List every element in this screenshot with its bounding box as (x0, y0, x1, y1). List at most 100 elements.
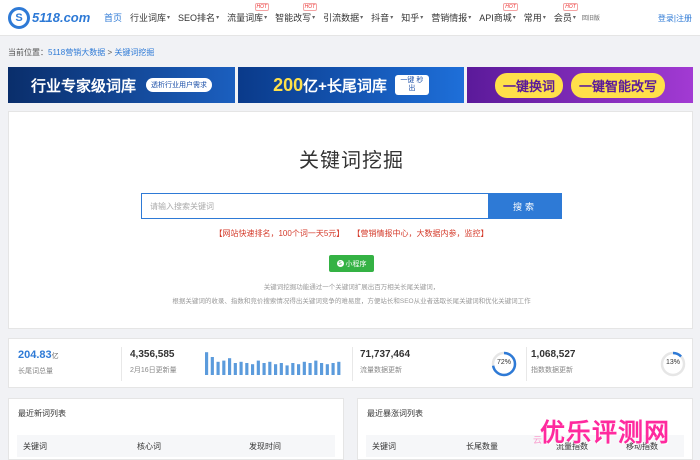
stat-traffic-label: 流量数据更新 (360, 367, 402, 374)
bar (216, 361, 220, 375)
bar (222, 360, 226, 375)
banner1-subtitle: 透析行业用户需求 (146, 78, 212, 92)
col-longtail-count: 长尾数量 (466, 441, 498, 451)
nav-item[interactable]: 知乎 ▾ (397, 0, 427, 36)
stat-traffic-value: 71,737,464 (360, 349, 411, 360)
nav-item[interactable]: 营销情报 ▾ (427, 0, 475, 36)
bar (308, 363, 312, 375)
nav-item-label: 知乎 (401, 13, 420, 23)
bar (233, 363, 237, 375)
bar (205, 352, 209, 375)
bar (228, 358, 232, 375)
bar (320, 363, 324, 375)
chevron-down-icon: ▾ (420, 15, 424, 21)
nav-item[interactable]: 会员 ▾ HOT (550, 0, 580, 36)
hot-badge: HOT (254, 2, 270, 11)
mini-program-label: 小程序 (345, 260, 367, 268)
stat-total-unit: 亿 (51, 353, 59, 360)
nav-item-label: 引流数据 (323, 13, 360, 23)
nav-item[interactable]: 抖音 ▾ (367, 0, 397, 36)
logo-icon: S (8, 6, 30, 29)
banner-rewrite[interactable]: 一键换词 一键智能改写 (467, 67, 693, 103)
bar (262, 363, 266, 375)
stat-total-label: 长尾词总量 (18, 368, 53, 375)
promo-intel-center-link[interactable]: 【营销情报中心，大数据内参，监控】 (353, 229, 489, 238)
chevron-down-icon: ▾ (542, 15, 546, 21)
chevron-down-icon: ▾ (360, 15, 364, 21)
nav-item-label: 会员 (553, 13, 572, 23)
nav-item-label: 首页 (104, 13, 123, 23)
stat-divider (121, 347, 122, 381)
new-keywords-panel: 最近新词列表 关键词 核心词 发现时间 (8, 398, 344, 460)
chevron-down-icon: ▾ (216, 15, 220, 21)
banner2-number: 200 (273, 74, 304, 95)
breadcrumb-current[interactable]: 关键词挖掘 (114, 48, 154, 57)
nav-item[interactable]: 流量词库 ▾ HOT (223, 0, 271, 36)
col-keyword: 关键词 (23, 441, 47, 451)
search-input[interactable] (141, 193, 488, 219)
breadcrumb: 当前位置：5118营销大数据 > 关键词挖掘 (8, 47, 154, 58)
daily-update-bar-chart (205, 352, 341, 375)
stat-index-value: 1,068,527 (531, 349, 576, 360)
nav-item[interactable]: 行业词库 ▾ (126, 0, 174, 36)
nav-item-label: API商城 (479, 13, 512, 23)
nav-item-label: 智能改写 (275, 13, 312, 23)
nav-item[interactable]: 首页 (100, 0, 126, 36)
nav-item[interactable]: 常用 ▾ (520, 0, 550, 36)
bar (291, 363, 295, 375)
nav-item[interactable]: 智能改写 ▾ HOT (271, 0, 319, 36)
banner3-left: 一键换词 (494, 72, 563, 98)
banner1-title: 行业专家级词库 (30, 77, 136, 95)
bar (239, 361, 243, 375)
hot-badge: HOT (302, 2, 318, 11)
banner2-text: 亿+长尾词库 (303, 77, 387, 95)
nav-item-label: SEO排名 (178, 13, 216, 23)
bar (314, 360, 318, 375)
bar (251, 364, 255, 375)
bar (274, 364, 278, 375)
site-logo[interactable]: S 5118.com (8, 6, 100, 29)
index-progress-label: 13% (665, 359, 680, 366)
mini-program-button[interactable]: S 小程序 (329, 255, 374, 272)
stat-daily-update: 4,356,585 2月16日更新量 (130, 349, 177, 375)
banner-industry-lexicon[interactable]: 行业专家级词库 透析行业用户需求 (8, 67, 235, 103)
banner-longtail-lexicon[interactable]: 200亿+长尾词库 一键 秒出 (238, 67, 464, 103)
stat-index-label: 指数数据更新 (531, 367, 573, 374)
nav-item-label: 流量词库 (227, 13, 264, 23)
promo-fast-ranking-link[interactable]: 【网站快速排名，100个词一天5元】 (214, 229, 344, 238)
bar (302, 361, 306, 375)
bar (337, 361, 341, 375)
banner3-right: 一键智能改写 (571, 72, 666, 98)
nav-item-label: 营销情报 (431, 13, 468, 23)
bar (268, 361, 272, 375)
nav-item[interactable]: SEO排名 ▾ (174, 0, 223, 36)
breadcrumb-prefix: 当前位置： (8, 48, 48, 57)
banner2-title: 200亿+长尾词库 (273, 75, 387, 96)
nav-item[interactable]: 引流数据 ▾ (319, 0, 367, 36)
login-register-link[interactable]: 登录|注册 (658, 13, 692, 24)
chevron-down-icon: ▾ (390, 15, 394, 21)
stat-divider (526, 347, 527, 381)
breadcrumb-home-link[interactable]: 5118营销大数据 (48, 48, 105, 57)
nav-item-label: 行业词库 (130, 13, 167, 23)
rising-keywords-title: 最近暴涨词列表 (367, 409, 423, 418)
new-keywords-table-header: 关键词 核心词 发现时间 (17, 435, 335, 457)
stat-daily-value: 4,356,585 (130, 349, 175, 360)
promo-links: 【网站快速排名，100个词一天5元】 【营销情报中心，大数据内参，监控】 (9, 228, 694, 239)
main-nav: 首页 行业词库 ▾ SEO排名 ▾ 流量词库 ▾ HOT 智能改写 ▾ HOT 引流数据 ▾ 抖音 ▾ 知乎 ▾… (100, 0, 580, 36)
chevron-down-icon: ▾ (312, 15, 316, 21)
bar (210, 357, 214, 375)
search-bar: 搜索 (141, 193, 562, 219)
chevron-down-icon: ▾ (512, 15, 516, 21)
traffic-progress-label: 72% (496, 359, 511, 366)
search-button[interactable]: 搜索 (488, 193, 562, 219)
nav-item[interactable]: API商城 ▾ HOT (475, 0, 520, 36)
logo-text: 5118.com (32, 10, 91, 25)
watermark: 优乐评测网 (540, 419, 671, 447)
stat-traffic-update: 71,737,464 流量数据更新 (360, 349, 410, 375)
back-to-old-version-link[interactable]: 回旧版 (582, 13, 600, 22)
banner2-button: 一键 秒出 (394, 75, 429, 95)
bar (256, 360, 260, 375)
stat-daily-label: 2月16日更新量 (130, 367, 177, 374)
hot-badge: HOT (563, 2, 578, 11)
